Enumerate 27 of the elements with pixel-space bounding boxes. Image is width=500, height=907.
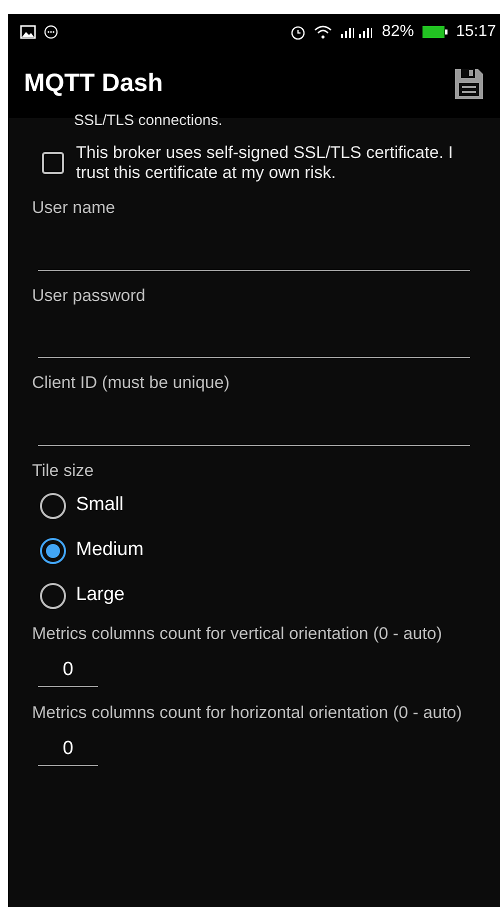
battery-percentage: 82%	[382, 22, 414, 42]
field-label: User password	[32, 284, 146, 306]
wifi-icon	[314, 25, 332, 39]
field-label: Client ID (must be unique)	[32, 372, 230, 394]
clock-time: 15:17	[456, 22, 496, 42]
field-label: User name	[32, 197, 116, 219]
radio-label: Medium	[76, 538, 144, 562]
more-icon	[44, 25, 58, 39]
alarm-icon	[290, 24, 306, 40]
checkbox-label: This broker uses self-signed SSL/TLS certificate. I trust this certificate at my own risk.	[76, 143, 454, 183]
number-field[interactable]: 0	[38, 732, 98, 766]
field-label: Metrics columns count for vertical orientation (0 - auto)	[32, 623, 444, 645]
number-field[interactable]: 0	[38, 653, 98, 687]
save-icon[interactable]	[454, 68, 484, 100]
field-label: Metrics columns count for horizontal orientation (0 - auto)	[32, 702, 463, 724]
radio-button[interactable]	[40, 492, 66, 518]
group-label: Tile size	[32, 460, 95, 482]
app-title: MQTT Dash	[24, 68, 164, 100]
option-text: SSL/TLS connections.	[73, 113, 224, 125]
radio-button[interactable]	[40, 582, 66, 608]
checkbox[interactable]	[42, 152, 64, 174]
radio-label: Small	[76, 493, 124, 518]
signal-icon	[340, 25, 374, 39]
radio-label: Large	[76, 583, 125, 608]
radio-button[interactable]	[40, 538, 66, 564]
battery-icon	[422, 25, 448, 39]
image-icon	[20, 25, 36, 39]
